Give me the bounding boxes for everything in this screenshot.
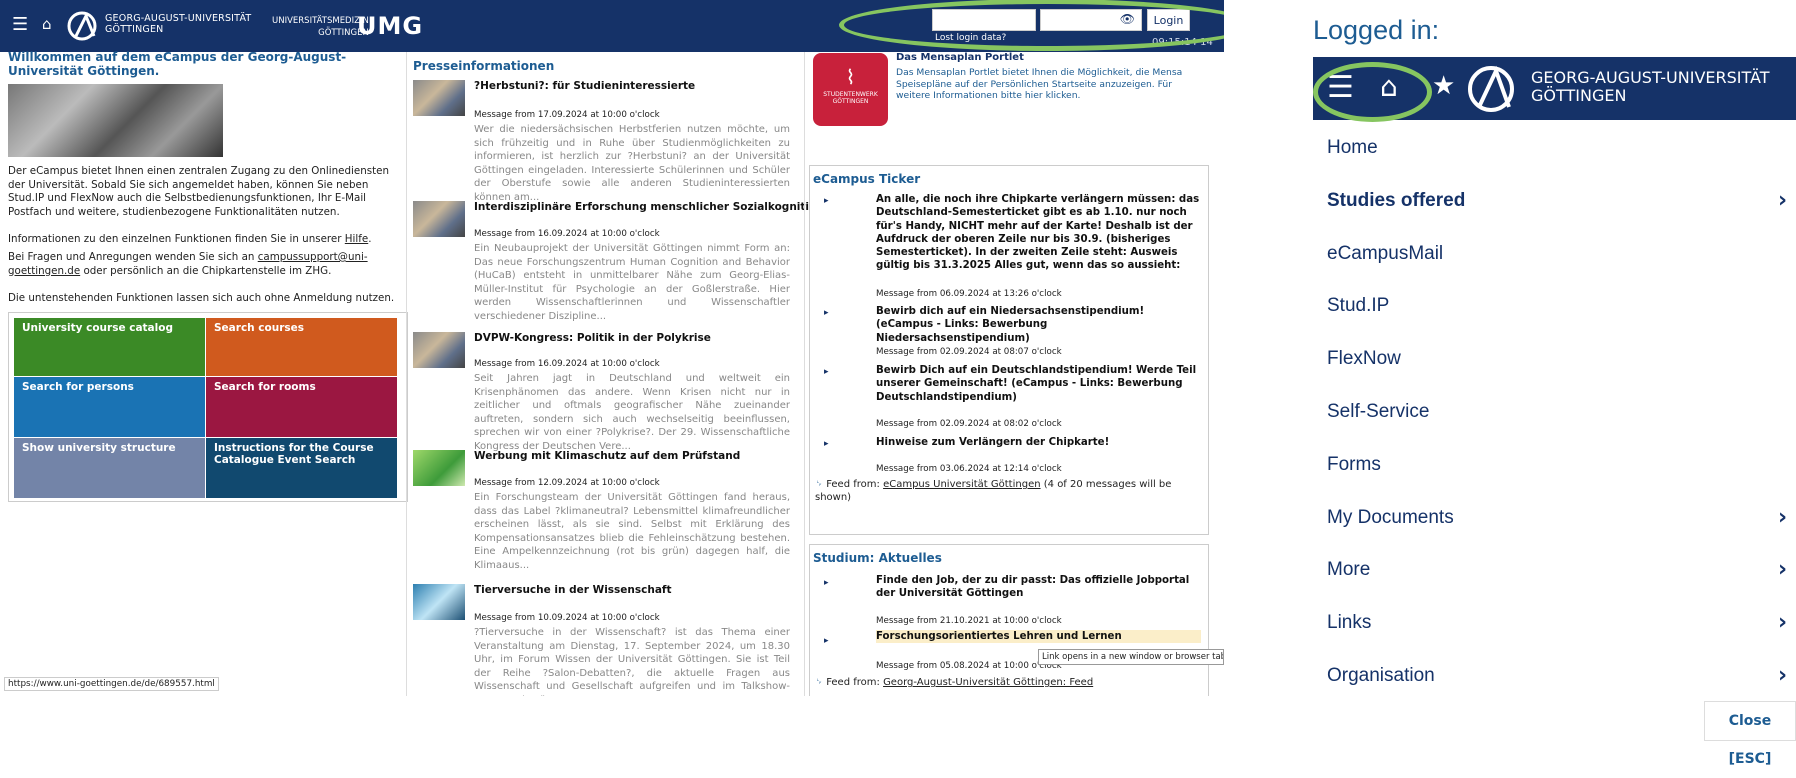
news-title[interactable]: DVPW-Kongress: Politik in der Polykrise xyxy=(474,332,711,344)
umg-subtitle: UNIVERSITÄTSMEDIZIN GÖTTINGEN xyxy=(272,16,369,38)
studium-item[interactable]: Forschungsorientiertes Lehren und Lernen xyxy=(876,630,1201,644)
ticker-date: Message from 06.09.2024 at 13:26 o'clock xyxy=(876,289,1062,299)
press-title: Presseinformationen xyxy=(413,59,555,73)
bullet-arrow-icon: ▸ xyxy=(824,196,829,206)
studium-feed-link[interactable]: Georg-August-Universität Göttingen: Feed xyxy=(883,677,1093,688)
ecampus-ticker-title: eCampus Ticker xyxy=(813,172,921,186)
university-name: GEORG-AUGUST-UNIVERSITÄT GÖTTINGEN xyxy=(1531,68,1770,105)
university-name: GEORG-AUGUST-UNIVERSITÄT GÖTTINGEN xyxy=(105,13,252,35)
ticker-item[interactable]: Bewirb dich auf ein Niedersachsenstipend… xyxy=(876,305,1201,345)
menu-item-flexnow[interactable]: FlexNow xyxy=(1327,348,1401,370)
news-excerpt: Ein Forschungsteam der Universität Götti… xyxy=(474,492,790,571)
studium-title: Studium: Aktuelles xyxy=(813,551,942,565)
news-date: Message from 17.09.2024 at 10:00 o'clock xyxy=(474,110,660,120)
link-tooltip: Link opens in a new window or browser ta… xyxy=(1038,649,1224,665)
news-thumbnail[interactable] xyxy=(413,450,465,486)
news-thumbnail[interactable] xyxy=(413,584,465,620)
news-excerpt: Wer die niedersächsischen Herbstferien n… xyxy=(474,124,790,203)
news-title[interactable]: ?Herbstuni?: für Studieninteressierte xyxy=(474,80,695,92)
welcome-contact-line: Bei Fragen und Anregungen wenden Sie sic… xyxy=(8,251,368,277)
chevron-right-icon[interactable]: › xyxy=(1778,188,1787,213)
highlight-oval-menu xyxy=(1313,62,1432,122)
mensa-portlet-title[interactable]: Das Mensaplan Portlet xyxy=(896,52,1024,63)
mensa-portlet-text[interactable]: Das Mensaplan Portlet bietet Ihnen die M… xyxy=(896,67,1196,102)
menu-item-home[interactable]: Home xyxy=(1327,137,1378,159)
news-excerpt: Seit Jahren jagt in Deutschland und welt… xyxy=(474,373,790,452)
tile-search-courses[interactable]: Search courses xyxy=(206,318,397,376)
menu-item-links[interactable]: Links xyxy=(1327,612,1371,634)
bullet-arrow-icon: ▸ xyxy=(824,308,829,318)
column-divider xyxy=(804,52,805,696)
umg-logo[interactable]: UMG xyxy=(357,12,423,40)
logged-in-heading: Logged in: xyxy=(1313,15,1440,45)
chevron-right-icon[interactable]: › xyxy=(1778,505,1787,530)
function-tiles: University course catalog Search courses… xyxy=(8,312,408,502)
news-excerpt: ?Tierversuche in der Wissenschaft? ist d… xyxy=(474,627,790,696)
menu-item-studies-offered[interactable]: Studies offered xyxy=(1327,190,1465,212)
rss-feed-icon: ␊ xyxy=(815,479,823,490)
rss-feed-icon: ␊ xyxy=(815,677,823,688)
university-logo-icon[interactable] xyxy=(66,10,100,42)
menu-item-more[interactable]: More xyxy=(1327,559,1370,581)
studium-feed-line: ␊ Feed from: Georg-August-Universität Gö… xyxy=(815,677,1094,688)
menu-item-organisation[interactable]: Organisation xyxy=(1327,665,1435,687)
browser-status-url: https://www.uni-goettingen.de/de/689557.… xyxy=(4,677,219,691)
university-logo-icon[interactable] xyxy=(1465,63,1517,115)
menu-item-ecampusmail[interactable]: eCampusMail xyxy=(1327,243,1443,265)
tile-university-structure[interactable]: Show university structure xyxy=(14,438,205,498)
studium-item[interactable]: Finde den Job, der zu dir passt: Das off… xyxy=(876,574,1201,601)
news-date: Message from 12.09.2024 at 10:00 o'clock xyxy=(474,478,660,488)
welcome-no-login-note: Die untenstehenden Funktionen lassen sic… xyxy=(8,292,395,304)
studium-date: Message from 05.08.2024 at 10:00 o'clock xyxy=(876,661,1062,671)
ticker-item[interactable]: Hinweise zum Verlängern der Chipkarte! xyxy=(876,436,1201,449)
cutlery-icon: ⌇ xyxy=(845,65,856,89)
menu-item-my-documents[interactable]: My Documents xyxy=(1327,507,1454,529)
ticker-feed-link[interactable]: eCampus Universität Göttingen xyxy=(883,479,1041,490)
home-icon[interactable]: ⌂ xyxy=(42,15,52,33)
tile-course-catalog[interactable]: University course catalog xyxy=(14,318,205,376)
news-excerpt: Ein Neubauprojekt der Universität Göttin… xyxy=(474,243,790,322)
welcome-help-line: Informationen zu den einzelnen Funktione… xyxy=(8,233,372,245)
hamburger-menu-icon[interactable]: ☰ xyxy=(12,14,28,35)
chevron-right-icon[interactable]: › xyxy=(1778,557,1787,582)
news-title[interactable]: Interdisziplinäre Erforschung menschlich… xyxy=(474,201,824,213)
welcome-title: Willkommen auf dem eCampus der Georg-Aug… xyxy=(8,50,347,78)
ticker-item[interactable]: An alle, die noch ihre Chipkarte verläng… xyxy=(876,193,1201,273)
chevron-right-icon[interactable]: › xyxy=(1778,610,1787,635)
bullet-arrow-icon: ▸ xyxy=(824,578,829,588)
bullet-arrow-icon: ▸ xyxy=(824,636,829,646)
close-menu-button[interactable]: Close [ESC] xyxy=(1704,701,1796,767)
news-date: Message from 16.09.2024 at 10:00 o'clock xyxy=(474,359,660,369)
menu-item-self-service[interactable]: Self-Service xyxy=(1327,401,1429,423)
tile-search-persons[interactable]: Search for persons xyxy=(14,377,205,437)
bullet-arrow-icon: ▸ xyxy=(824,367,829,377)
news-date: Message from 10.09.2024 at 10:00 o'clock xyxy=(474,613,660,623)
news-date: Message from 16.09.2024 at 10:00 o'clock xyxy=(474,229,660,239)
news-thumbnail[interactable] xyxy=(413,332,465,368)
news-thumbnail[interactable] xyxy=(413,80,465,116)
ticker-date: Message from 02.09.2024 at 08:02 o'clock xyxy=(876,419,1062,429)
ecampus-page: ☰ ⌂ GEORG-AUGUST-UNIVERSITÄT GÖTTINGEN U… xyxy=(0,0,1224,696)
star-favorites-icon[interactable]: ★ xyxy=(1432,71,1455,101)
welcome-intro: Der eCampus bietet Ihnen einen zentralen… xyxy=(8,165,390,218)
ticker-item[interactable]: Bewirb Dich auf ein Deutschlandstipendiu… xyxy=(876,364,1201,404)
campus-photo xyxy=(8,84,223,157)
news-title[interactable]: Tierversuche in der Wissenschaft xyxy=(474,584,672,596)
ticker-date: Message from 02.09.2024 at 08:07 o'clock xyxy=(876,347,1062,357)
ticker-date: Message from 03.06.2024 at 12:14 o'clock xyxy=(876,464,1062,474)
help-link[interactable]: Hilfe xyxy=(345,233,368,245)
news-thumbnail[interactable] xyxy=(413,201,465,237)
ticker-feed-line: ␊ Feed from: eCampus Universität Götting… xyxy=(815,479,1172,503)
chevron-right-icon[interactable]: › xyxy=(1778,663,1787,688)
tile-search-rooms[interactable]: Search for rooms xyxy=(206,377,397,437)
menu-item-stud-ip[interactable]: Stud.IP xyxy=(1327,295,1389,317)
tile-search-instructions[interactable]: Instructions for the Course Catalogue Ev… xyxy=(206,438,397,498)
column-divider xyxy=(406,52,407,696)
menu-item-forms[interactable]: Forms xyxy=(1327,454,1381,476)
bullet-arrow-icon: ▸ xyxy=(824,439,829,449)
news-title[interactable]: Werbung mit Klimaschutz auf dem Prüfstan… xyxy=(474,450,740,462)
studentenwerk-logo[interactable]: ⌇ STUDENTENWERK GÖTTINGEN xyxy=(813,53,888,126)
studium-date: Message from 21.10.2021 at 10:00 o'clock xyxy=(876,616,1062,626)
